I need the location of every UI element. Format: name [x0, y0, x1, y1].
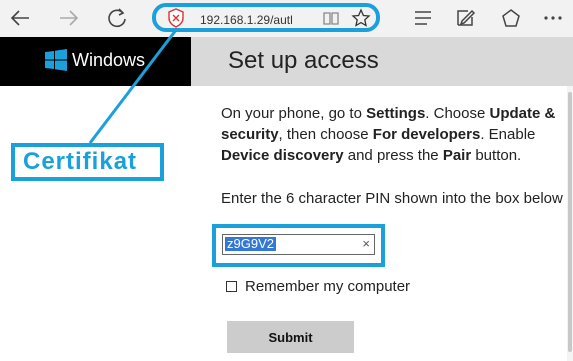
instructions-text: On your phone, go to Settings. Choose Up… [221, 103, 566, 166]
pin-value[interactable]: z9G9V2 [225, 237, 276, 251]
remember-label[interactable]: Remember my computer [245, 278, 410, 295]
instr-device-discovery: Device discovery [221, 147, 344, 164]
reading-view-icon[interactable] [322, 9, 340, 27]
favorite-icon[interactable] [351, 8, 371, 28]
instr-text: . Enable [480, 126, 536, 143]
pin-input[interactable]: z9G9V2 × [222, 234, 375, 255]
annotation-callout: Certifikat [11, 143, 164, 181]
hub-icon[interactable] [410, 5, 436, 31]
submit-button[interactable]: Submit [227, 321, 354, 353]
brand-name: Windows [72, 50, 146, 70]
remember-checkbox[interactable] [226, 281, 237, 292]
cert-error-icon[interactable] [166, 8, 186, 28]
clear-icon[interactable]: × [362, 236, 370, 251]
share-icon[interactable] [498, 5, 524, 31]
windows-logo-icon [45, 49, 67, 71]
windows-brand-bar: Windows [0, 37, 191, 86]
url-text[interactable]: 192.168.1.29/autl [200, 13, 330, 27]
scrollbar-thumb[interactable] [568, 92, 572, 352]
instr-text: and press the [343, 147, 443, 164]
instr-text: . Choose [425, 105, 490, 122]
annotation-label: Certifikat [23, 148, 138, 175]
page-title: Set up access [228, 47, 379, 74]
instr-text: On your phone, go to [221, 105, 367, 122]
pin-highlight: z9G9V2 × [212, 224, 385, 267]
refresh-icon[interactable] [104, 5, 130, 31]
page-header: Set up access [191, 37, 573, 86]
more-icon[interactable] [540, 5, 566, 31]
back-icon[interactable] [7, 5, 33, 31]
instr-settings: Settings [366, 105, 426, 122]
instr-text: , then choose [278, 126, 373, 143]
instr-for-developers: For developers [372, 126, 481, 143]
address-bar[interactable]: 192.168.1.29/autl [152, 3, 380, 32]
remember-computer[interactable]: Remember my computer [226, 278, 410, 295]
instr-pair: Pair [442, 147, 472, 164]
instr-text: button. [471, 147, 522, 164]
pin-label: Enter the 6 character PIN shown into the… [221, 190, 563, 207]
scrollbar[interactable] [567, 86, 573, 361]
forward-icon[interactable] [56, 5, 82, 31]
browser-toolbar: 192.168.1.29/autl [0, 0, 573, 37]
note-icon[interactable] [452, 5, 478, 31]
